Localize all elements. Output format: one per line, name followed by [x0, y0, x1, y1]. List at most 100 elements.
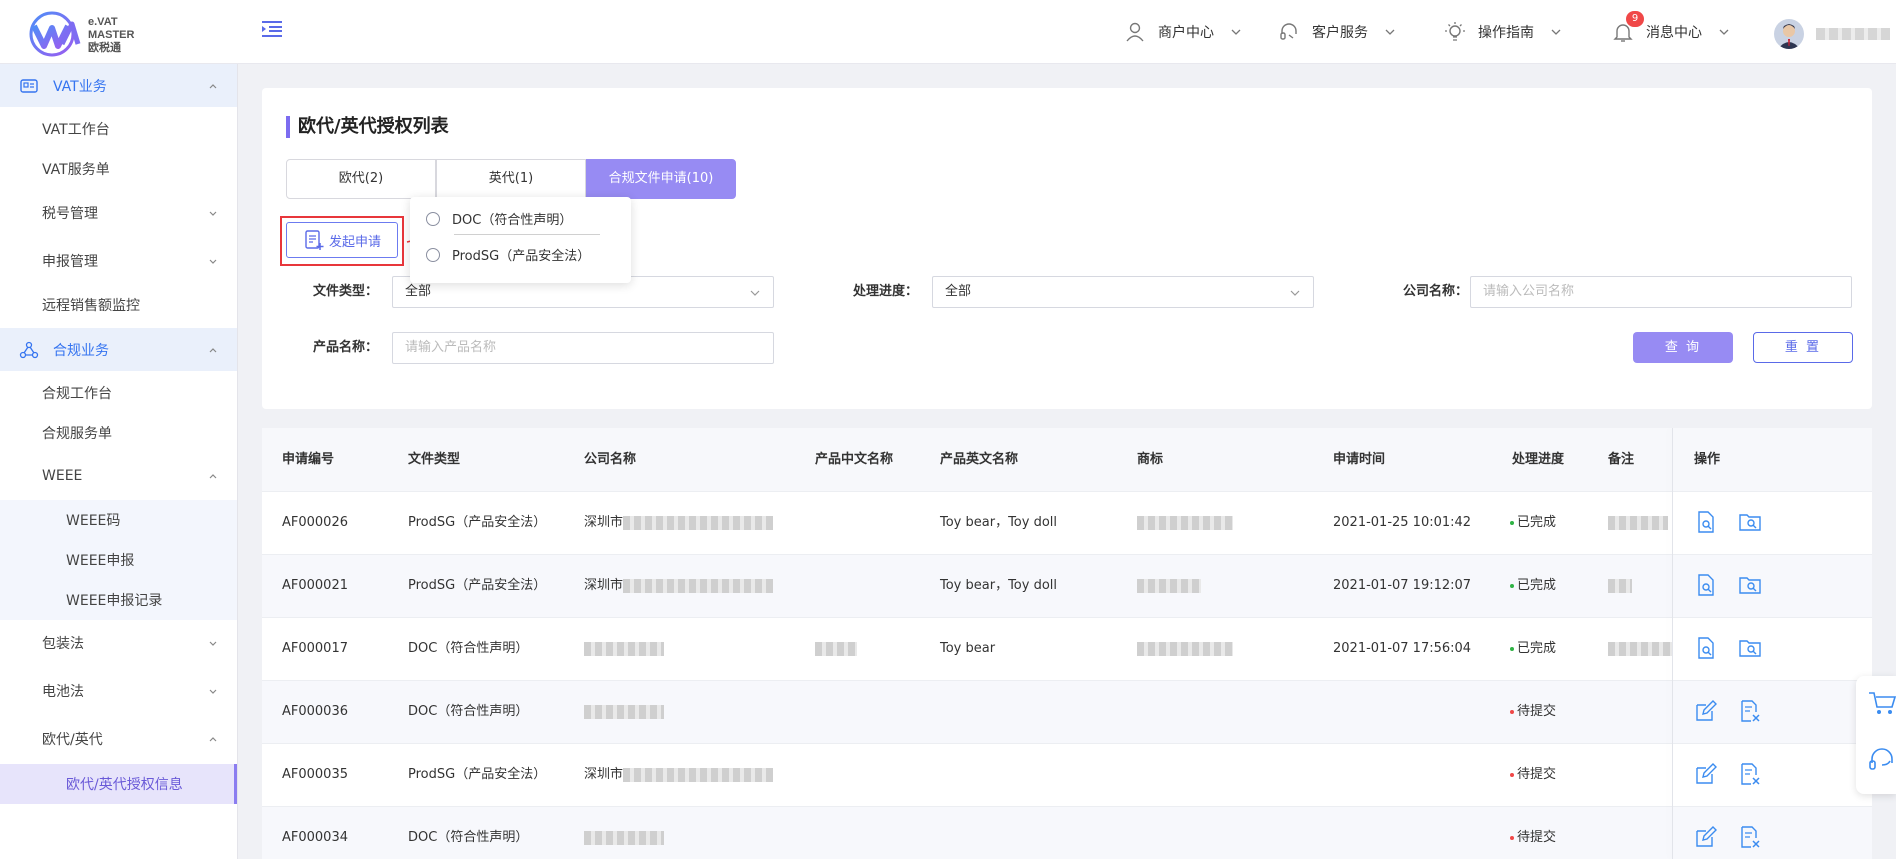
- folder-search-icon[interactable]: [1738, 636, 1762, 660]
- brand-logo[interactable]: e.VAT MASTER 欧税通: [28, 8, 138, 58]
- sidebar-item-label: 远程销售额监控: [42, 298, 140, 314]
- operation-guide-label: 操作指南: [1478, 25, 1534, 41]
- redacted-text: [1608, 515, 1668, 530]
- operation-guide-menu[interactable]: 操作指南: [1444, 20, 1562, 44]
- cell-company: 深圳市: [584, 492, 774, 554]
- col-apply-time: 申请时间: [1333, 452, 1386, 467]
- reset-button[interactable]: 重 置: [1753, 332, 1853, 363]
- option-doc[interactable]: DOC（符合性声明）: [426, 209, 572, 228]
- sidebar-item-label: 包装法: [42, 636, 84, 652]
- delete-doc-icon[interactable]: [1738, 762, 1762, 786]
- company-prefix: 深圳市: [584, 515, 624, 530]
- file-type-label: 文件类型：: [312, 284, 378, 299]
- file-type-value: 全部: [405, 284, 432, 299]
- message-center-label: 消息中心: [1646, 25, 1702, 41]
- sidebar-item-label: 电池法: [42, 684, 84, 700]
- company-input[interactable]: 请输入公司名称: [1470, 276, 1852, 308]
- sidebar-item-battery[interactable]: 电池法: [0, 671, 237, 711]
- menu-collapse-icon[interactable]: [260, 18, 284, 40]
- tab-eu-rep[interactable]: 欧代(2): [286, 159, 436, 199]
- edit-icon[interactable]: [1694, 762, 1718, 786]
- sidebar-item-weee-records[interactable]: WEEE申报记录: [0, 580, 237, 620]
- product-input[interactable]: 请输入产品名称: [392, 332, 774, 364]
- sidebar-item-label: WEEE码: [66, 513, 121, 529]
- tab-uk-rep[interactable]: 英代(1): [436, 159, 586, 199]
- col-remark: 备注: [1608, 452, 1635, 467]
- status-dot: [1510, 709, 1514, 714]
- col-id: 申请编号: [282, 452, 335, 467]
- edit-icon[interactable]: [1694, 699, 1718, 723]
- edit-icon[interactable]: [1694, 825, 1718, 849]
- cell-product-en: Toy bear，Toy doll: [940, 515, 1058, 530]
- sidebar-item-weee-declare[interactable]: WEEE申报: [0, 540, 237, 580]
- sidebar-item-compliance-orders[interactable]: 合规服务单: [0, 413, 237, 453]
- sidebar-group-vat[interactable]: VAT业务: [0, 64, 237, 107]
- cart-icon[interactable]: [1868, 690, 1896, 716]
- avatar-image-icon: [1778, 24, 1800, 49]
- table-row: AF000035 ProdSG（产品安全法） 深圳市 待提交: [262, 743, 1872, 806]
- view-doc-icon[interactable]: [1694, 510, 1718, 534]
- merchant-center-menu[interactable]: 商户中心: [1124, 20, 1242, 44]
- redacted-text: [623, 515, 774, 530]
- chevron-up-icon: [209, 83, 217, 88]
- sidebar-item-representative-info[interactable]: 欧代/英代授权信息: [0, 764, 237, 804]
- support-icon[interactable]: [1868, 748, 1896, 774]
- cell-product-en: Toy bear，Toy doll: [940, 578, 1058, 593]
- option-prodsg[interactable]: ProdSG（产品安全法）: [426, 245, 590, 264]
- redacted-text: [1608, 578, 1632, 593]
- sidebar-group-compliance[interactable]: 合规业务: [0, 328, 237, 371]
- headset-icon: [1280, 23, 1297, 40]
- apply-button[interactable]: 发起申请: [286, 222, 398, 258]
- cell-id: AF000026: [282, 515, 348, 530]
- delete-doc-icon[interactable]: [1738, 699, 1762, 723]
- logo-line-2: MASTER: [88, 29, 135, 41]
- status-dot: [1510, 772, 1514, 777]
- status-text: 待提交: [1517, 767, 1557, 782]
- col-progress: 处理进度: [1512, 452, 1565, 467]
- sidebar-group-compliance-label: 合规业务: [53, 342, 109, 359]
- table-row: AF000021 ProdSG（产品安全法） 深圳市 Toy bear，Toy …: [262, 554, 1872, 617]
- folder-search-icon[interactable]: [1738, 510, 1762, 534]
- radio-icon: [426, 247, 440, 262]
- logo-text: e.VAT MASTER 欧税通: [88, 16, 134, 55]
- logo-mark-icon: [29, 11, 81, 57]
- redacted-text: [623, 767, 774, 782]
- redacted-text: [584, 641, 664, 656]
- sidebar-item-tax-management[interactable]: 税号管理: [0, 193, 237, 233]
- cell-status: 已完成: [1510, 492, 1556, 554]
- status-dot: [1510, 835, 1514, 840]
- query-button[interactable]: 查 询: [1633, 332, 1733, 363]
- sidebar-item-vat-orders[interactable]: VAT服务单: [0, 149, 237, 189]
- sidebar-item-label: 欧代/英代授权信息: [66, 777, 183, 793]
- progress-select[interactable]: 全部: [932, 276, 1314, 308]
- view-doc-icon[interactable]: [1694, 636, 1718, 660]
- sidebar-item-compliance-workbench[interactable]: 合规工作台: [0, 373, 237, 413]
- status-text: 已完成: [1517, 515, 1557, 530]
- cell-apply-time: 2021-01-25 10:01:42: [1333, 515, 1472, 530]
- folder-search-icon[interactable]: [1738, 573, 1762, 597]
- logo-line-1: e.VAT: [88, 16, 118, 28]
- sidebar-item-remote-sales[interactable]: 远程销售额监控: [0, 285, 237, 325]
- sidebar-item-representative[interactable]: 欧代/英代: [0, 719, 237, 759]
- username-redacted[interactable]: [1816, 28, 1890, 40]
- sidebar-item-vat-workbench[interactable]: VAT工作台: [0, 109, 237, 149]
- customer-service-menu[interactable]: 客户服务: [1278, 20, 1396, 44]
- sidebar-item-label: 合规服务单: [42, 426, 112, 442]
- cell-status: 待提交: [1510, 807, 1556, 859]
- cell-remark: [1608, 555, 1632, 617]
- view-doc-icon[interactable]: [1694, 573, 1718, 597]
- status-text: 已完成: [1517, 641, 1557, 656]
- sidebar-item-weee-code[interactable]: WEEE码: [0, 500, 237, 540]
- sidebar-item-declaration-management[interactable]: 申报管理: [0, 241, 237, 281]
- cell-file-type: DOC（符合性声明）: [408, 830, 529, 845]
- chevron-down-icon: [209, 259, 217, 264]
- status-dot: [1510, 583, 1514, 588]
- company-prefix: 深圳市: [584, 767, 624, 782]
- sidebar-item-weee[interactable]: WEEE: [0, 456, 237, 496]
- fixed-column-divider: [1672, 428, 1673, 859]
- sidebar-item-packaging[interactable]: 包装法: [0, 623, 237, 663]
- tab-compliance-docs[interactable]: 合规文件申请(10): [586, 159, 736, 199]
- delete-doc-icon[interactable]: [1738, 825, 1762, 849]
- avatar[interactable]: [1774, 19, 1804, 49]
- col-company: 公司名称: [584, 452, 637, 467]
